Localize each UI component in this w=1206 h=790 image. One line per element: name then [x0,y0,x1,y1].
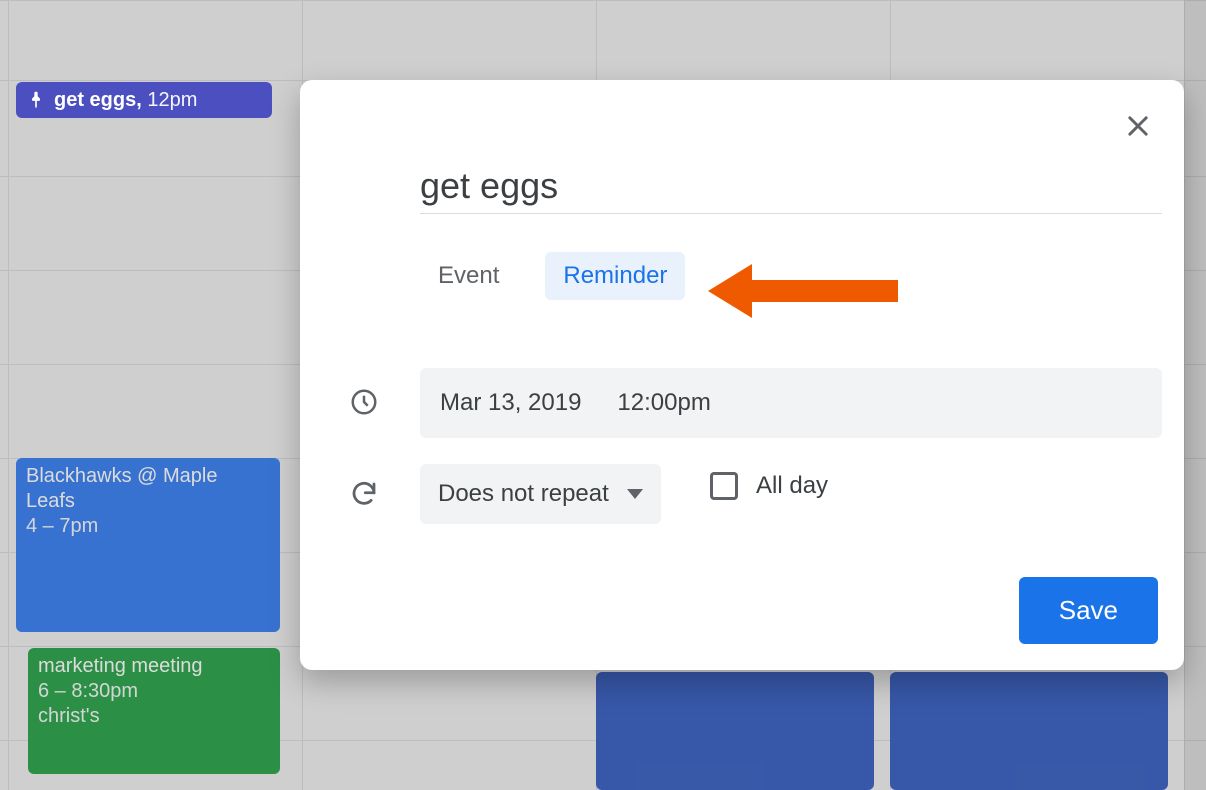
reminder-pin-icon [26,90,46,110]
repeat-value: Does not repeat [438,480,609,508]
chevron-down-icon [627,489,643,499]
close-icon [1124,112,1152,140]
date-value: Mar 13, 2019 [440,389,581,417]
create-reminder-popover: Event Reminder Mar 13, 2019 12:00pm Does… [300,80,1184,670]
time-value: 12:00pm [617,389,710,417]
tab-reminder[interactable]: Reminder [545,252,685,300]
all-day-label: All day [756,472,828,500]
all-day-toggle: All day [710,472,828,500]
all-day-checkbox[interactable] [710,472,738,500]
save-button[interactable]: Save [1019,577,1158,644]
type-tabs: Event Reminder [420,252,685,300]
annotation-arrow-icon [708,256,908,326]
reminder-chip-text: get eggs, 12pm [54,88,197,113]
repeat-icon [346,476,382,512]
tab-event[interactable]: Event [420,252,517,300]
clock-icon [346,384,382,420]
datetime-field[interactable]: Mar 13, 2019 12:00pm [420,368,1162,438]
repeat-dropdown[interactable]: Does not repeat [420,464,661,524]
close-button[interactable] [1118,106,1158,146]
calendar-reminder-chip[interactable]: get eggs, 12pm [16,82,272,118]
title-input[interactable] [420,158,1162,214]
